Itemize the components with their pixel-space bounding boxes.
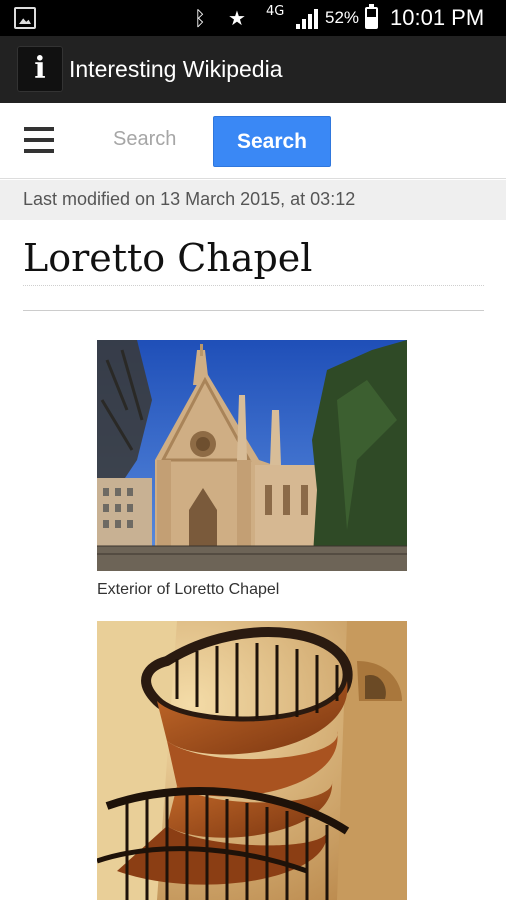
page-title: Loretto Chapel	[23, 236, 313, 280]
figure-caption: Exterior of Loretto Chapel	[97, 581, 280, 598]
status-bar: ᛒ ★ 4G 52% 10:01 PM	[0, 0, 506, 36]
chapel-exterior-image[interactable]	[97, 340, 407, 571]
star-icon: ★	[228, 6, 246, 30]
search-button[interactable]: Search	[213, 116, 331, 167]
title-divider-dotted	[23, 285, 484, 286]
search-input[interactable]	[101, 117, 199, 161]
app-bar: i Interesting Wikipedia	[0, 36, 506, 103]
status-clock: 10:01 PM	[390, 5, 485, 30]
search-bar: Search	[0, 103, 506, 179]
image-icon	[14, 7, 36, 29]
hamburger-menu-icon[interactable]	[24, 127, 54, 153]
app-logo-icon[interactable]: i	[17, 46, 63, 92]
battery-percent: 52%	[325, 8, 360, 27]
signal-icon	[296, 9, 318, 29]
app-logo-letter: i	[34, 51, 46, 86]
staircase-image[interactable]	[97, 621, 407, 900]
last-modified-notice: Last modified on 13 March 2015, at 03:12	[0, 180, 506, 220]
app-title: Interesting Wikipedia	[69, 56, 283, 82]
data-network-icon: 4G	[266, 4, 285, 19]
bluetooth-icon: ᛒ	[194, 6, 206, 30]
battery-icon	[365, 4, 378, 29]
section-divider	[23, 310, 484, 311]
